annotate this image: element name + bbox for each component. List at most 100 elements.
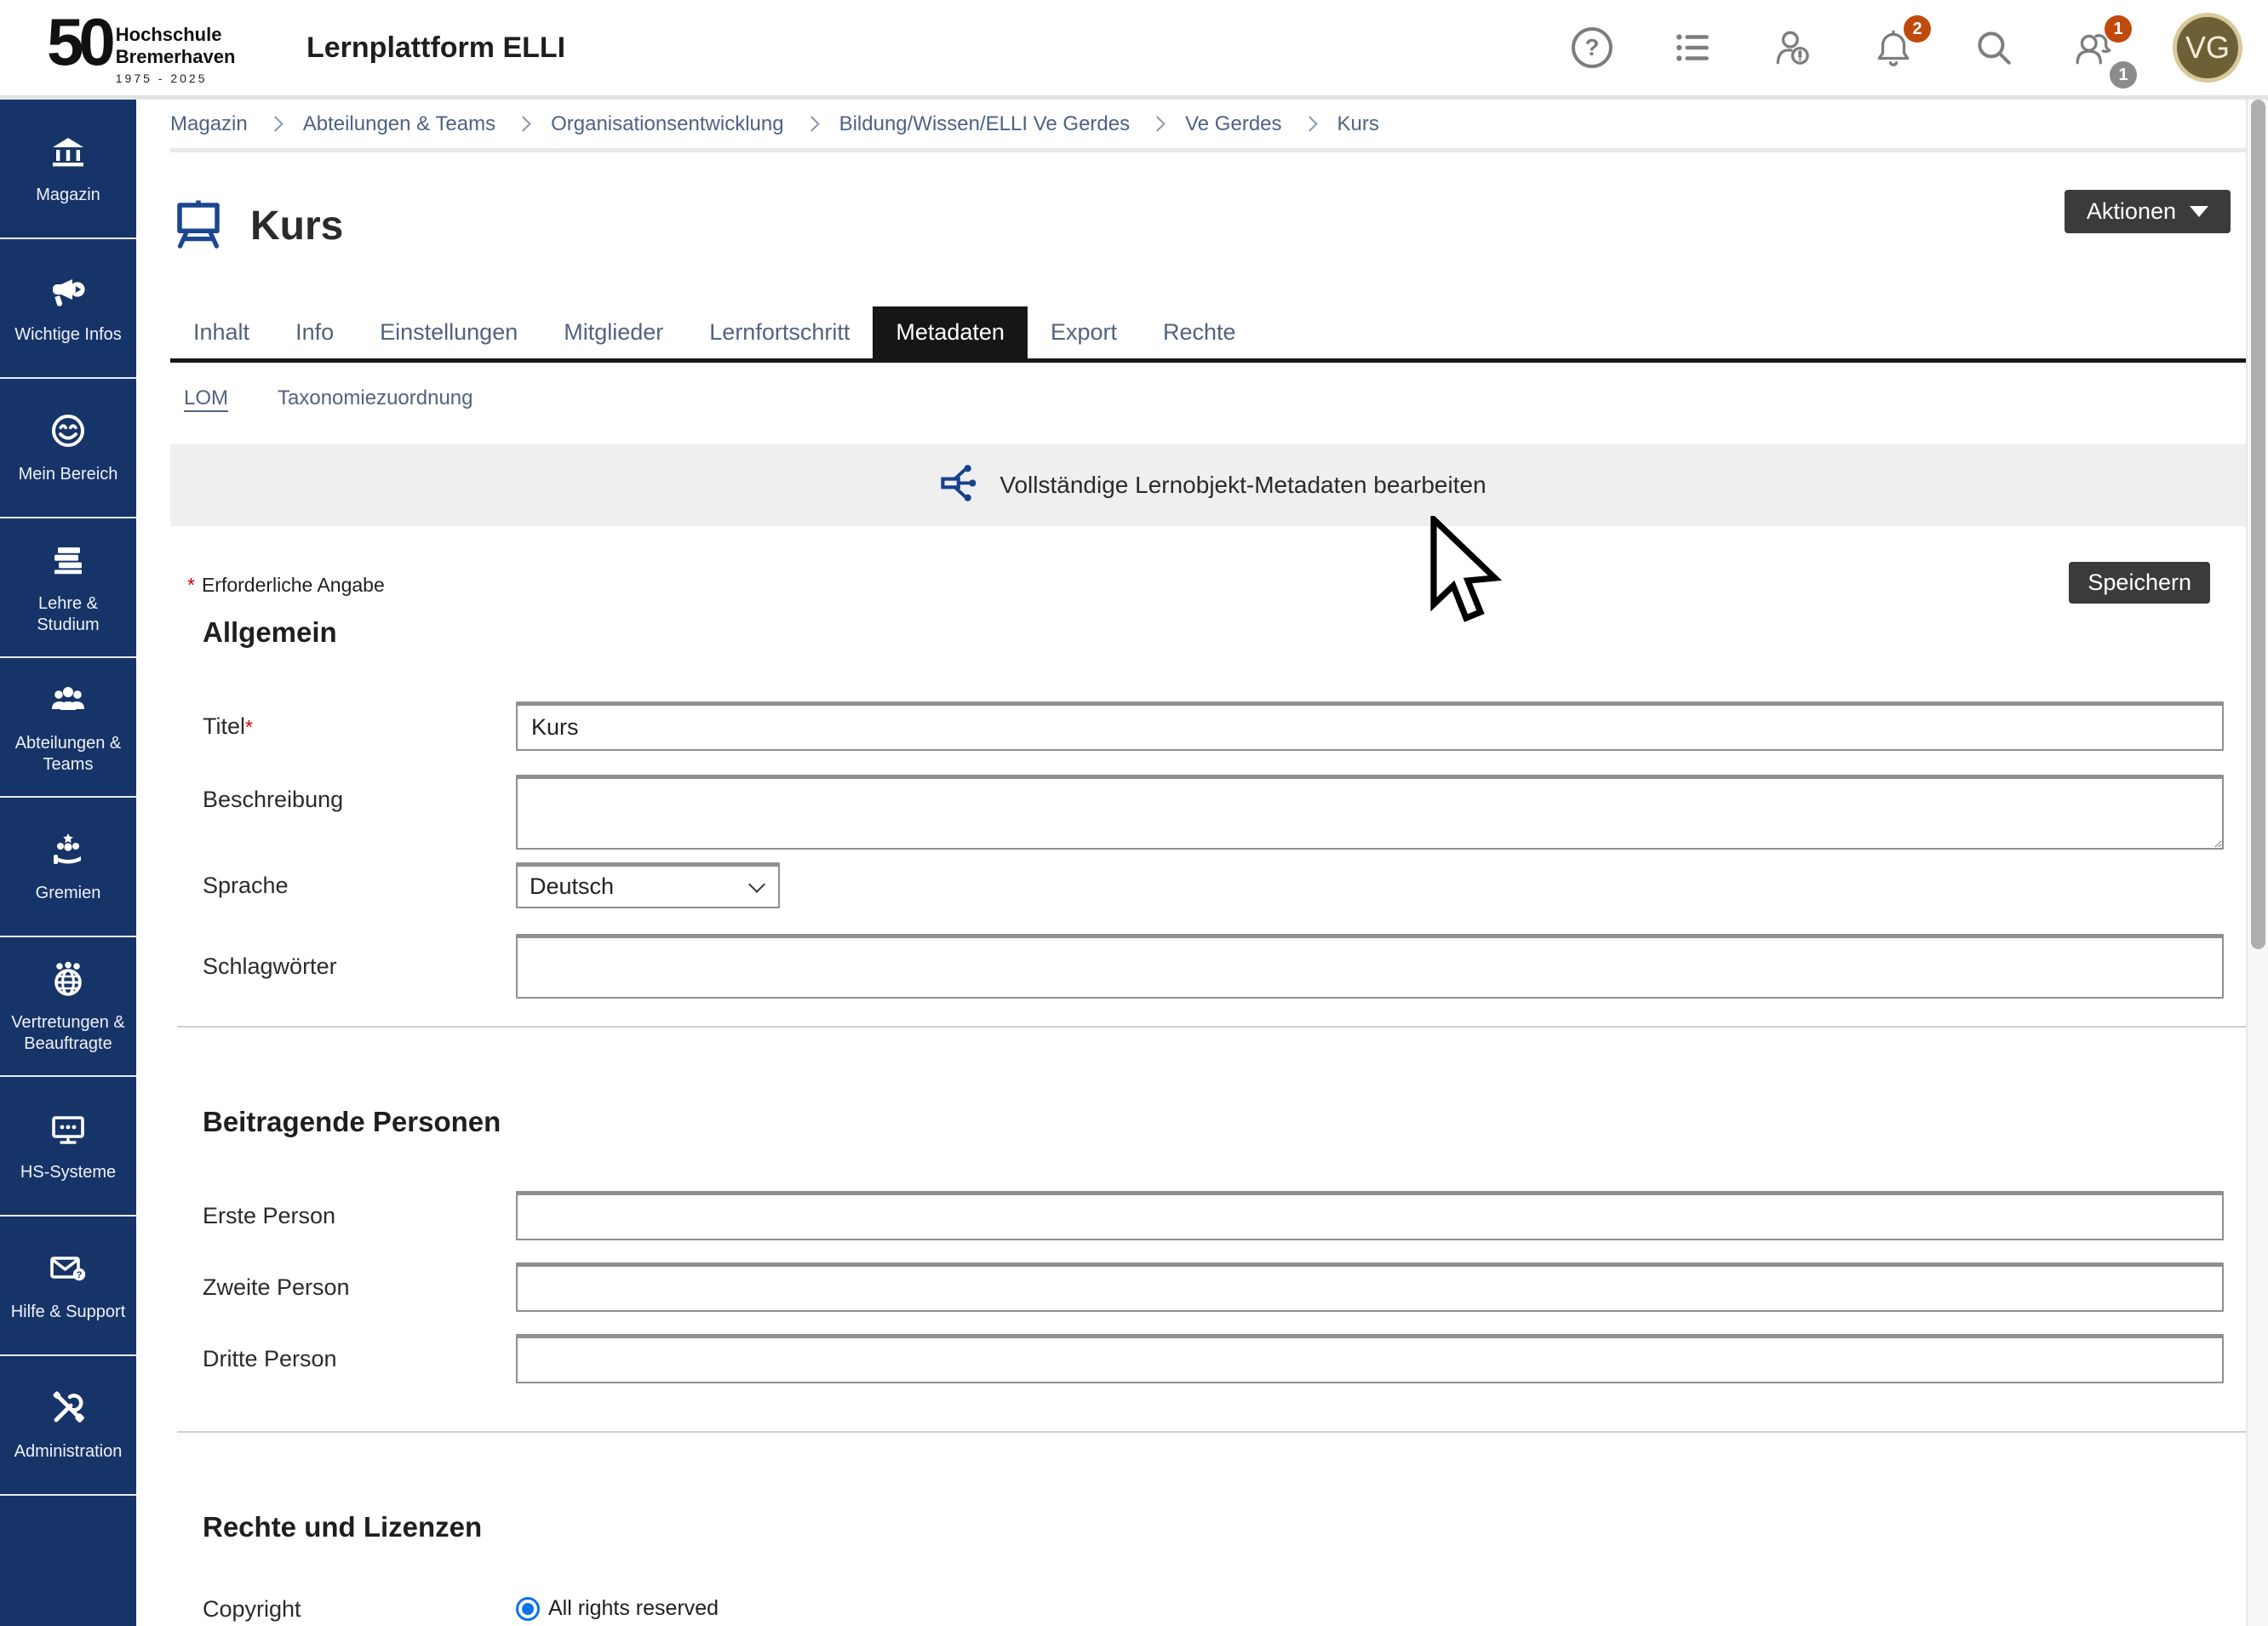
- breadcrumb-item[interactable]: Organisationsentwicklung: [551, 112, 783, 136]
- required-note: Erforderliche Angabe: [202, 574, 385, 597]
- tab-info[interactable]: Info: [272, 306, 357, 358]
- copyright-radio-label: All rights reserved: [548, 1596, 719, 1621]
- field-label: Copyright: [203, 1596, 516, 1623]
- chevron-right-icon: [804, 116, 819, 131]
- tab-inhalt[interactable]: Inhalt: [170, 306, 272, 358]
- edit-full-metadata-label: Vollständige Lernobjekt-Metadaten bearbe…: [999, 472, 1486, 499]
- tab-bar: Inhalt Info Einstellungen Mitglieder Ler…: [170, 306, 2254, 363]
- tab-rechte[interactable]: Rechte: [1140, 306, 1259, 358]
- schlagwoerter-input[interactable]: [516, 934, 2224, 999]
- required-asterisk: *: [245, 716, 253, 738]
- sidebar-item-label: Vertretungen & Beauftragte: [5, 1012, 131, 1055]
- sprache-selected-value: Deutsch: [530, 873, 614, 900]
- tools-icon: [48, 1388, 89, 1433]
- monitor-icon: [48, 1108, 89, 1154]
- header-icon-bar: ? 2 1 1 VG: [1570, 13, 2242, 83]
- field-row-sprache: Sprache Deutsch: [170, 862, 2254, 908]
- subtab-taxonomiezuordnung[interactable]: Taxonomiezuordnung: [278, 386, 473, 410]
- sidebar-item-vertretungen[interactable]: Vertretungen & Beauftragte: [0, 937, 136, 1077]
- section-heading-rechte-lizenzen: Rechte und Lizenzen: [170, 1511, 2254, 1543]
- contacts-icon[interactable]: 1 1: [2072, 26, 2116, 70]
- page-title-row: Kurs Aktionen: [170, 193, 2254, 259]
- field-label: Schlagwörter: [203, 953, 516, 980]
- breadcrumb-item[interactable]: Abteilungen & Teams: [303, 112, 495, 136]
- chevron-right-icon: [515, 116, 530, 131]
- zweite-person-input[interactable]: [516, 1262, 2224, 1312]
- sidebar-item-label: HS-Systeme: [20, 1162, 116, 1183]
- erste-person-input[interactable]: [516, 1191, 2224, 1240]
- breadcrumb-item[interactable]: Ve Gerdes: [1185, 112, 1281, 136]
- avatar[interactable]: VG: [2173, 13, 2242, 83]
- main-area: Magazin Abteilungen & Teams Organisation…: [136, 100, 2268, 1626]
- field-row-beschreibung: Beschreibung: [170, 775, 2254, 854]
- page-title: Kurs: [250, 203, 343, 249]
- section-divider: [177, 1026, 2248, 1028]
- course-easel-icon: [170, 193, 226, 259]
- field-row-copyright: Copyright All rights reserved: [170, 1596, 2254, 1623]
- sprache-select[interactable]: Deutsch: [516, 862, 780, 908]
- tab-metadaten[interactable]: Metadaten: [873, 306, 1028, 358]
- dritte-person-input[interactable]: [516, 1334, 2224, 1383]
- sidebar-item-mein-bereich[interactable]: Mein Bereich: [0, 379, 136, 518]
- sidebar-item-gremien[interactable]: Gremien: [0, 798, 136, 937]
- sidebar-item-hilfe-support[interactable]: ? Hilfe & Support: [0, 1217, 136, 1356]
- tab-lernfortschritt[interactable]: Lernfortschritt: [686, 306, 873, 358]
- sidebar-item-lehre-studium[interactable]: Lehre & Studium: [0, 518, 136, 658]
- main-sidebar: Magazin Wichtige Infos Mein Bereich Lehr…: [0, 100, 136, 1626]
- tab-einstellungen[interactable]: Einstellungen: [357, 306, 541, 358]
- field-label: Sprache: [203, 873, 516, 899]
- todo-list-icon[interactable]: [1670, 26, 1715, 70]
- edit-full-metadata-button[interactable]: Vollständige Lernobjekt-Metadaten bearbe…: [170, 444, 2254, 526]
- field-label: Zweite Person: [203, 1274, 516, 1301]
- vertical-scrollbar[interactable]: [2246, 100, 2268, 1626]
- radio-checked-icon[interactable]: [516, 1597, 540, 1621]
- field-label: Erste Person: [203, 1203, 516, 1229]
- copyright-radio-option[interactable]: All rights reserved: [516, 1596, 2224, 1621]
- sidebar-item-label: Magazin: [36, 185, 100, 206]
- tab-export[interactable]: Export: [1028, 306, 1140, 358]
- group-icon: [48, 679, 89, 724]
- sidebar-item-abteilungen-teams[interactable]: Abteilungen & Teams: [0, 658, 136, 798]
- tab-mitglieder[interactable]: Mitglieder: [541, 306, 686, 358]
- page: 50 Hochschule Bremerhaven 1975 - 2025 Le…: [0, 0, 2268, 1626]
- breadcrumb-item[interactable]: Bildung/Wissen/ELLI Ve Gerdes: [839, 112, 1131, 136]
- logo-line1: Hochschule: [116, 24, 236, 45]
- awareness-icon[interactable]: [1771, 26, 1815, 70]
- save-button[interactable]: Speichern: [2069, 562, 2210, 604]
- breadcrumb: Magazin Abteilungen & Teams Organisation…: [170, 100, 2268, 152]
- section-heading-beitragende-personen: Beitragende Personen: [170, 1106, 2254, 1138]
- field-label: Beschreibung: [203, 775, 516, 813]
- help-icon[interactable]: ?: [1570, 26, 1614, 70]
- top-header: 50 Hochschule Bremerhaven 1975 - 2025 Le…: [0, 0, 2268, 100]
- sidebar-item-label: Administration: [14, 1441, 123, 1463]
- section-heading-allgemein: Allgemein: [170, 616, 2254, 649]
- sidebar-item-administration[interactable]: Administration: [0, 1356, 136, 1496]
- mail-question-icon: ?: [48, 1248, 89, 1293]
- beschreibung-textarea[interactable]: [516, 775, 2224, 850]
- bank-icon: [48, 131, 89, 176]
- subtab-lom[interactable]: LOM: [184, 386, 228, 410]
- notifications-bell-icon[interactable]: 2: [1871, 26, 1916, 70]
- titel-input[interactable]: [516, 701, 2224, 751]
- sidebar-item-label: Gremien: [36, 883, 101, 904]
- caret-down-icon: [2190, 206, 2208, 217]
- scrollbar-thumb[interactable]: [2251, 100, 2265, 949]
- field-row-erste-person: Erste Person: [170, 1191, 2254, 1240]
- metadata-tree-icon: [938, 461, 982, 510]
- contacts-badge-new: 1: [2105, 15, 2132, 43]
- university-logo: 50 Hochschule Bremerhaven 1975 - 2025: [47, 10, 260, 85]
- chevron-down-icon: [748, 876, 765, 893]
- sidebar-item-hs-systeme[interactable]: HS-Systeme: [0, 1077, 136, 1217]
- search-icon[interactable]: [1972, 26, 2016, 70]
- sidebar-item-label: Hilfe & Support: [11, 1302, 126, 1323]
- sidebar-item-magazin[interactable]: Magazin: [0, 100, 136, 239]
- field-label: Dritte Person: [203, 1346, 516, 1372]
- section-divider: [177, 1431, 2248, 1433]
- sidebar-item-wichtige-infos[interactable]: Wichtige Infos: [0, 239, 136, 379]
- breadcrumb-item[interactable]: Magazin: [170, 112, 248, 136]
- field-row-titel: Titel*: [170, 701, 2254, 751]
- breadcrumb-item-current[interactable]: Kurs: [1337, 112, 1379, 136]
- actions-button[interactable]: Aktionen: [2065, 190, 2231, 233]
- sidebar-item-label: Wichtige Infos: [14, 324, 122, 346]
- chevron-right-icon: [1149, 116, 1165, 131]
